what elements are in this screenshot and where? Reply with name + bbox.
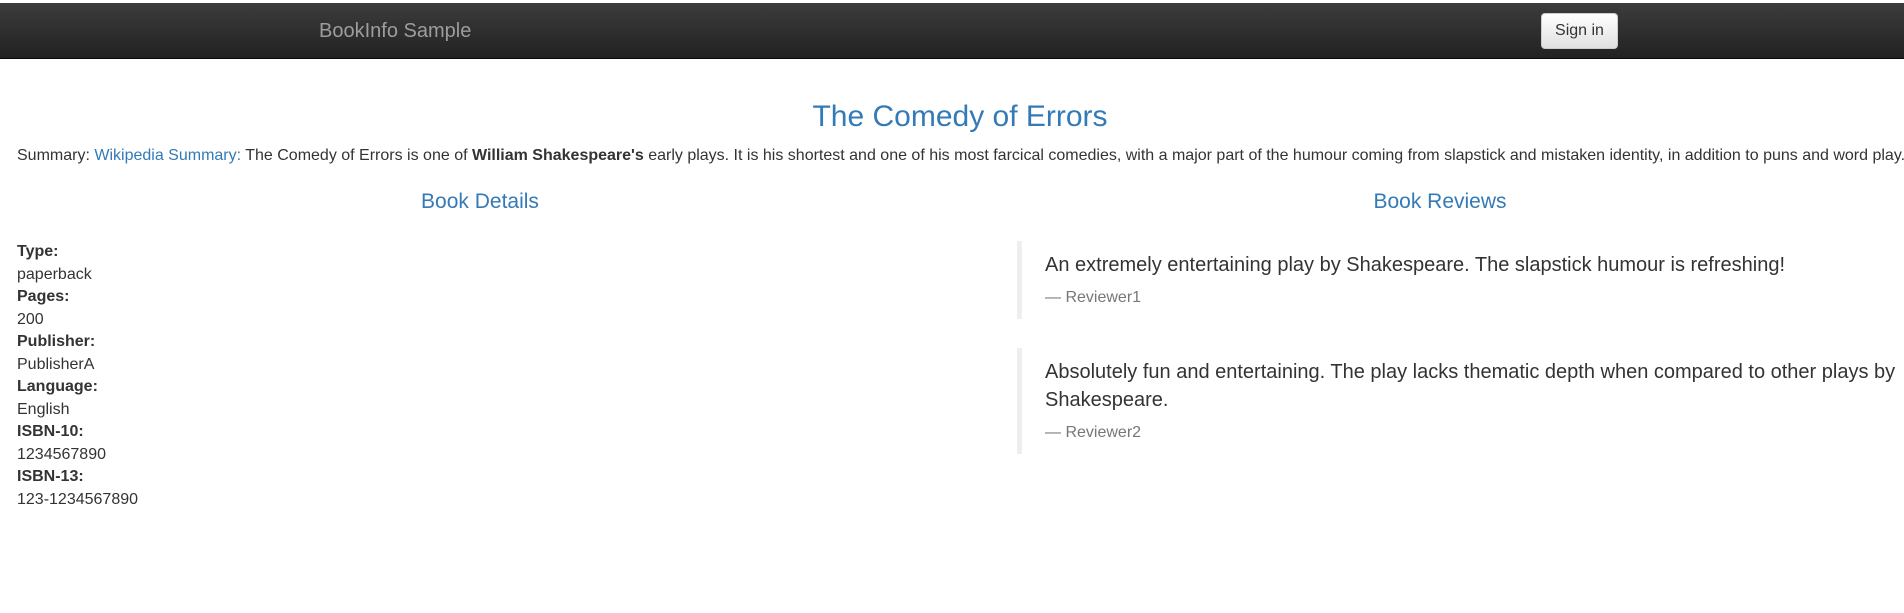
summary-author: William Shakespeare's	[471, 147, 644, 164]
review-blockquote: An extremely entertaining play by Shakes…	[1017, 241, 1897, 319]
book-details-heading: Book Details	[421, 190, 539, 213]
detail-label-isbn-13: ISBN-13:	[17, 468, 84, 485]
summary-text-before: The Comedy of Errors is one of	[245, 147, 468, 164]
book-details-list: Type: paperback Pages: 200 Publisher: Pu…	[17, 241, 138, 511]
wikipedia-summary-link[interactable]: Wikipedia Summary:	[94, 147, 241, 164]
book-summary: Summary: Wikipedia Summary: The Comedy o…	[17, 146, 1904, 166]
detail-value-publisher: PublisherA	[17, 355, 95, 373]
summary-label: Summary:	[17, 147, 90, 164]
detail-value-type: paperback	[17, 265, 92, 283]
detail-label-pages: Pages:	[17, 288, 70, 305]
detail-label-type: Type:	[17, 243, 59, 260]
summary-text-after: early plays. It is his shortest and one …	[648, 147, 1904, 164]
brand-link[interactable]: BookInfo Sample	[319, 20, 471, 43]
sign-in-button[interactable]: Sign in	[1541, 13, 1618, 49]
detail-value-isbn-13: 123-1234567890	[17, 490, 139, 508]
top-navbar: BookInfo Sample Sign in	[0, 3, 1904, 59]
review-text: Absolutely fun and entertaining. The pla…	[1045, 361, 1896, 411]
review-author: Reviewer1	[1045, 287, 1897, 309]
review-author: Reviewer2	[1045, 422, 1897, 444]
detail-label-language: Language:	[17, 378, 98, 395]
detail-value-pages: 200	[17, 310, 44, 328]
review-text: An extremely entertaining play by Shakes…	[1045, 254, 1786, 276]
review-blockquote: Absolutely fun and entertaining. The pla…	[1017, 348, 1897, 454]
detail-value-isbn-10: 1234567890	[17, 445, 106, 463]
book-reviews-heading: Book Reviews	[1373, 190, 1507, 213]
detail-value-language: English	[17, 400, 70, 418]
page-title: The Comedy of Errors	[812, 100, 1108, 133]
detail-label-isbn-10: ISBN-10:	[17, 423, 84, 440]
detail-label-publisher: Publisher:	[17, 333, 96, 350]
